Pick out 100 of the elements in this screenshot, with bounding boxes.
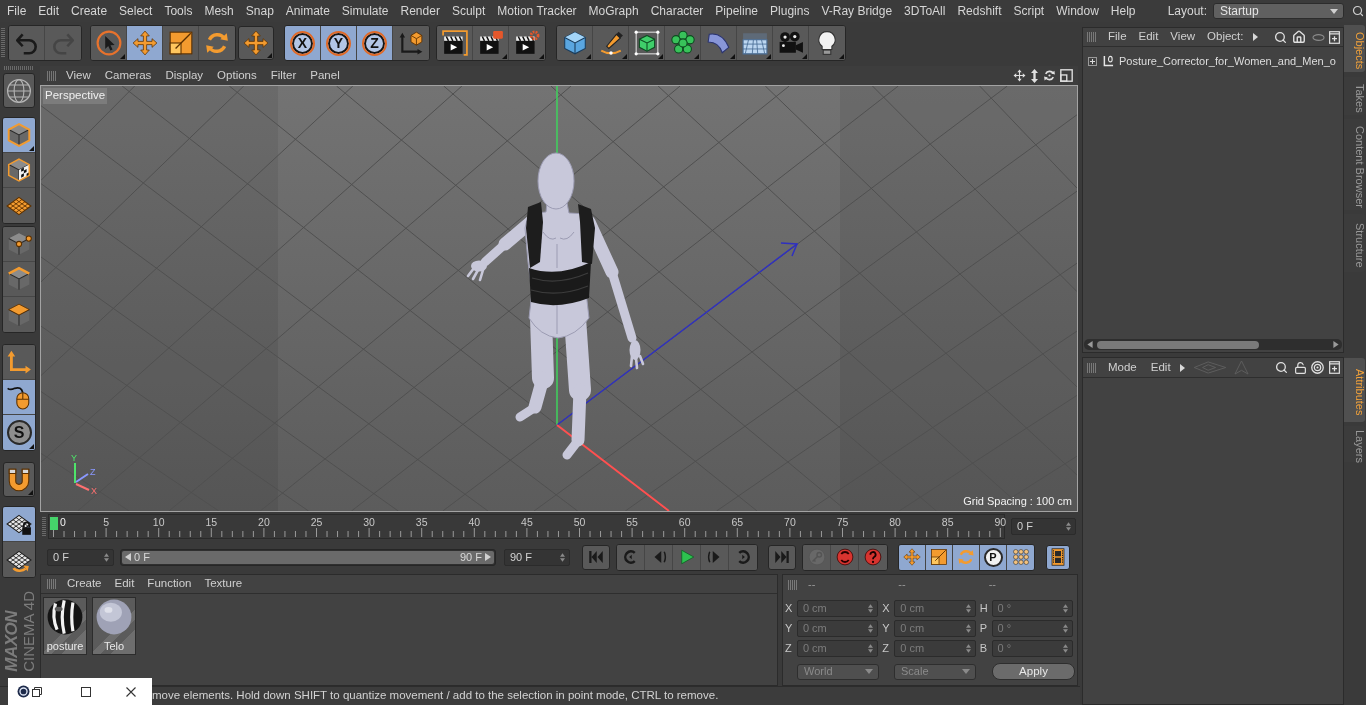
- side-tab[interactable]: Attributes: [1344, 358, 1365, 422]
- snap-button[interactable]: [3, 462, 35, 497]
- solo-button[interactable]: S: [3, 415, 35, 450]
- viewport-canvas[interactable]: Perspective Y Z X Grid Spacing : 100 cm: [40, 85, 1078, 512]
- object-menu-item[interactable]: Object:: [1207, 31, 1244, 43]
- spinner-arrows-icon[interactable]: [1066, 522, 1071, 531]
- material-swatch[interactable]: Telo: [92, 597, 136, 655]
- timeline-button[interactable]: [1046, 544, 1070, 570]
- menu-item[interactable]: 3DToAll: [904, 5, 946, 17]
- material-menu-item[interactable]: Create: [67, 578, 102, 590]
- side-tab[interactable]: Objects: [1344, 25, 1365, 72]
- menu-item[interactable]: Animate: [285, 5, 330, 17]
- viewport-menu-item[interactable]: View: [66, 69, 91, 82]
- spinner-arrows-icon[interactable]: [868, 604, 874, 613]
- restore-icon[interactable]: [32, 686, 42, 697]
- key-parameter-button[interactable]: P: [980, 544, 1007, 570]
- menu-item[interactable]: Window: [1056, 5, 1099, 17]
- grip-handle-icon[interactable]: [1, 28, 5, 58]
- model-mode-button[interactable]: [3, 118, 35, 153]
- spinner-arrows-icon[interactable]: [1063, 644, 1069, 653]
- menu-item[interactable]: Simulate: [341, 5, 389, 17]
- search-icon[interactable]: [1352, 5, 1364, 17]
- attribute-menu-item[interactable]: Mode: [1108, 361, 1137, 374]
- playhead-marker[interactable]: [50, 517, 58, 530]
- search-icon[interactable]: [1275, 361, 1288, 374]
- undo-button[interactable]: [9, 26, 45, 60]
- maximize-icon[interactable]: [81, 686, 91, 697]
- cube-button[interactable]: [557, 26, 593, 60]
- spinner-arrows-icon[interactable]: [1063, 604, 1069, 613]
- menu-item[interactable]: Motion Tracker: [497, 5, 577, 17]
- menu-item[interactable]: Script: [1013, 5, 1045, 17]
- viewport-menu-item[interactable]: Options: [217, 69, 257, 82]
- material-swatch[interactable]: posture: [43, 597, 87, 655]
- object-menu-item[interactable]: Edit: [1138, 31, 1159, 43]
- viewport-menu-item[interactable]: Display: [165, 69, 204, 82]
- left-arrow-icon[interactable]: [125, 553, 131, 561]
- oval-icon[interactable]: [1312, 33, 1325, 41]
- new-panel-icon[interactable]: [1329, 30, 1340, 44]
- go-to-end-button[interactable]: [768, 544, 796, 570]
- zoom-arrows-icon[interactable]: [1030, 68, 1039, 83]
- app-logo-icon[interactable]: [17, 685, 30, 698]
- viewport-menu-item[interactable]: Cameras: [104, 69, 152, 82]
- layout-dropdown[interactable]: Startup: [1213, 3, 1344, 19]
- camera-label[interactable]: Perspective: [43, 88, 108, 104]
- axis-lock-button[interactable]: X: [285, 26, 321, 60]
- axis-lock-button[interactable]: Y: [321, 26, 357, 60]
- scrollbar-thumb[interactable]: [1097, 340, 1259, 349]
- right-arrow-icon[interactable]: [485, 553, 491, 561]
- material-menu-item[interactable]: Function: [147, 578, 192, 590]
- material-menu-item[interactable]: Edit: [114, 578, 135, 590]
- submenu-arrow-icon[interactable]: [1252, 33, 1258, 41]
- frame-ruler[interactable]: 0 5 10 15 20 25 30 35 40 45 50 55 60 65 70 75 80 85 90: [48, 514, 1005, 539]
- menu-item[interactable]: File: [7, 5, 27, 17]
- object-name[interactable]: Posture_Corrector_for_Women_and_Men_o: [1119, 55, 1336, 67]
- menu-item[interactable]: Select: [119, 5, 153, 17]
- spinner-arrows-icon[interactable]: [965, 644, 971, 653]
- orbit-icon[interactable]: [1043, 69, 1056, 82]
- menu-item[interactable]: Character: [650, 5, 704, 17]
- grip-handle-icon[interactable]: [1087, 362, 1097, 373]
- right-arrow-icon[interactable]: [1333, 341, 1339, 348]
- search-icon[interactable]: [1274, 30, 1287, 44]
- lock-icon[interactable]: [1294, 360, 1307, 375]
- horizontal-scrollbar[interactable]: [1084, 339, 1342, 350]
- grip-handle-icon[interactable]: [47, 579, 57, 589]
- preview-range-bar[interactable]: 0 F 90 F: [122, 550, 494, 564]
- key-position-button[interactable]: [899, 544, 926, 570]
- menu-item[interactable]: Create: [71, 5, 108, 17]
- axis-mode-button[interactable]: [3, 345, 35, 380]
- menu-item[interactable]: Help: [1110, 5, 1136, 17]
- grip-handle-icon[interactable]: [1087, 32, 1097, 42]
- make-editable-button[interactable]: [3, 73, 35, 108]
- spinner-arrows-icon[interactable]: [965, 624, 971, 633]
- left-arrow-icon[interactable]: [1087, 341, 1093, 348]
- menu-item[interactable]: Tools: [164, 5, 193, 17]
- tweak-mode-button[interactable]: [3, 380, 35, 415]
- menu-item[interactable]: V-Ray Bridge: [821, 5, 893, 17]
- spinner-arrows-icon[interactable]: [868, 624, 874, 633]
- submenu-arrow-icon[interactable]: [1179, 363, 1185, 372]
- close-icon[interactable]: [126, 686, 136, 697]
- layout-switch-icon[interactable]: [1060, 69, 1073, 82]
- grip-handle-icon[interactable]: [788, 579, 798, 590]
- pan-arrows-icon[interactable]: [1013, 69, 1026, 82]
- spinner-arrows-icon[interactable]: [965, 604, 971, 613]
- previous-key-button[interactable]: [617, 544, 645, 570]
- grip-handle-icon[interactable]: [42, 516, 46, 537]
- move-tool-button[interactable]: [238, 26, 274, 60]
- grip-handle-icon[interactable]: [47, 70, 57, 81]
- start-frame-field[interactable]: 0 F: [47, 548, 114, 566]
- menu-item[interactable]: Plugins: [770, 5, 810, 17]
- menu-item[interactable]: Redshift: [957, 5, 1002, 17]
- points-mode-button[interactable]: [3, 227, 35, 262]
- new-panel-icon[interactable]: [1329, 361, 1340, 374]
- object-menu-item[interactable]: File: [1108, 31, 1127, 43]
- home-icon[interactable]: [1292, 30, 1306, 44]
- render-view-button[interactable]: [437, 26, 473, 60]
- move-tool-button[interactable]: [127, 26, 163, 60]
- menu-item[interactable]: Pipeline: [715, 5, 759, 17]
- viewport-menu-item[interactable]: Panel: [310, 69, 340, 82]
- menu-item[interactable]: Snap: [245, 5, 274, 17]
- menu-item[interactable]: MoGraph: [588, 5, 639, 17]
